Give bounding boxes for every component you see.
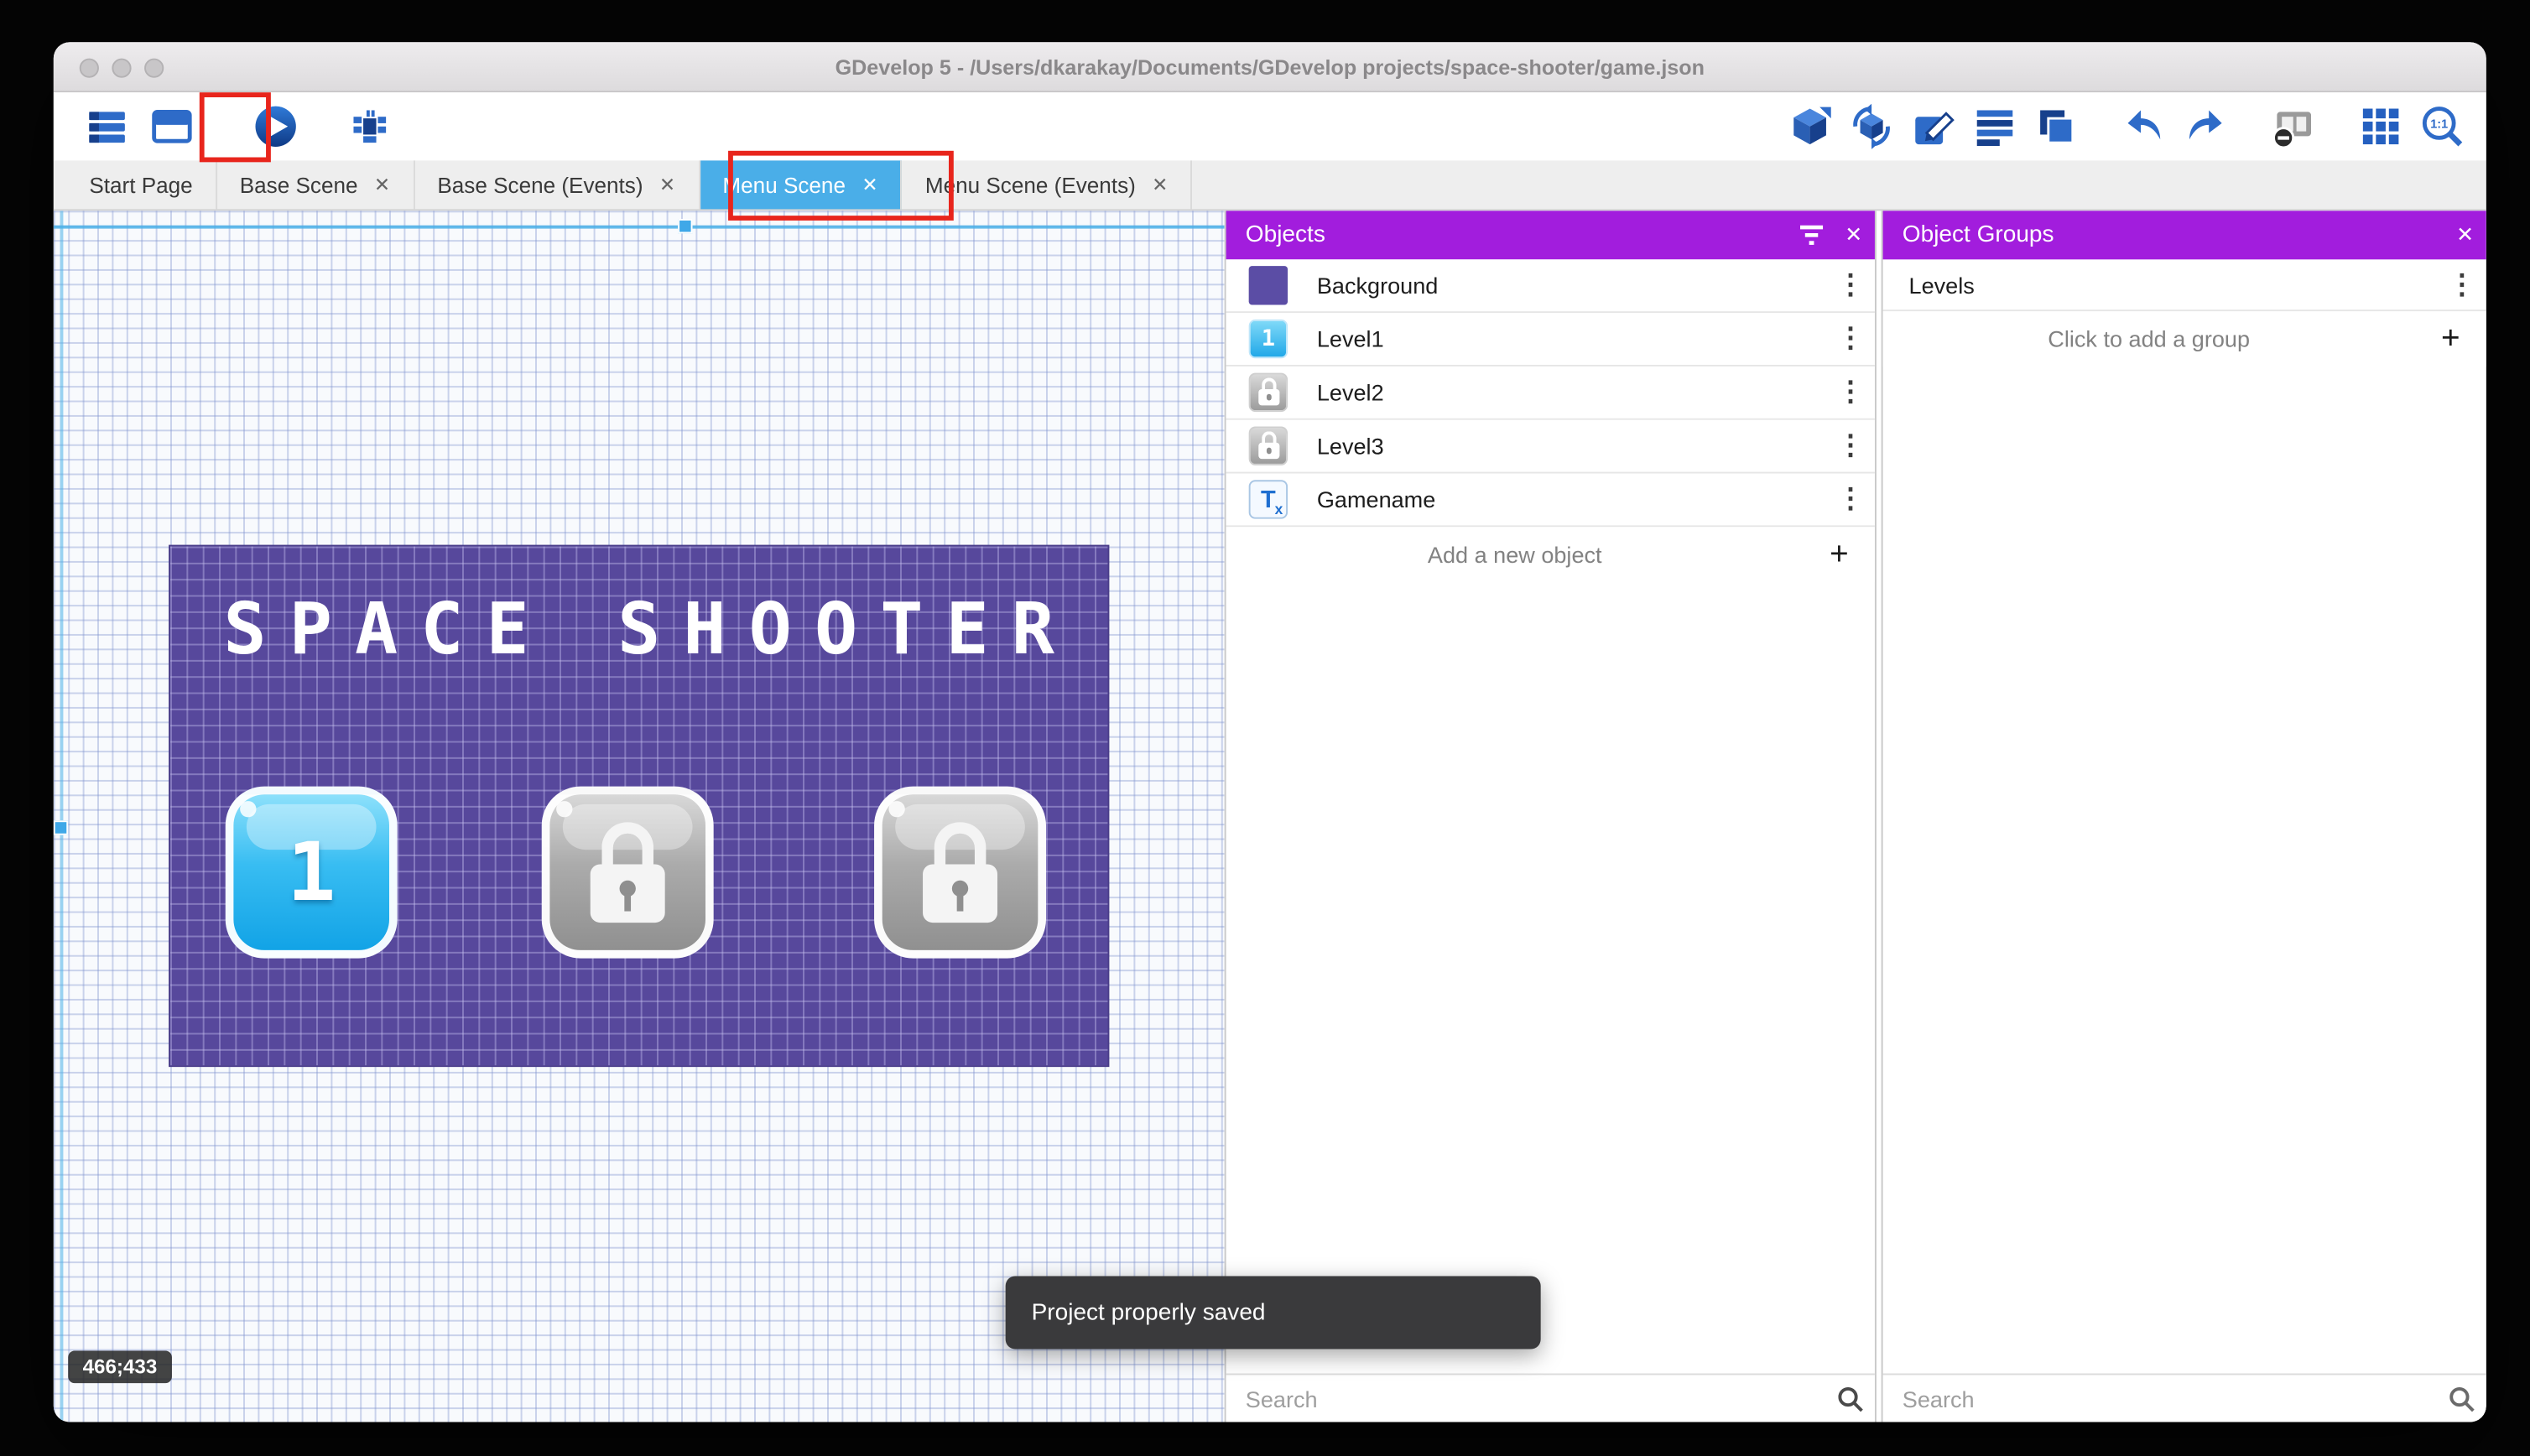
debugger-icon[interactable] [346,102,394,151]
undo-icon[interactable] [2120,102,2168,151]
edit-scene-properties-icon[interactable] [1909,102,1958,151]
selection-edge-left [60,211,64,1422]
object-row-level1[interactable]: 1 Level1 ⋮ [1226,313,1875,367]
toolbar-left [83,92,394,160]
game-title-text[interactable]: SPACE SHOOTER [170,547,1131,672]
lock-icon [589,822,667,923]
groups-panel-header: Object Groups ✕ [1883,211,2486,259]
close-tab-icon[interactable]: ✕ [862,174,877,196]
redo-icon[interactable] [2181,102,2230,151]
row-menu-icon[interactable]: ⋮ [2438,268,2486,301]
group-row-levels[interactable]: Levels ⋮ [1883,259,2486,311]
objects-list: Background ⋮ 1 Level1 ⋮ Level2 ⋮ [1226,259,1875,582]
search-icon [1826,1384,1875,1413]
preview-minus-icon[interactable] [2269,102,2318,151]
content: SPACE SHOOTER 1 [54,211,2486,1422]
close-tab-icon[interactable]: ✕ [1152,174,1168,196]
add-object-row[interactable]: Add a new object + [1226,527,1875,582]
scene-editor-icon[interactable] [148,102,196,151]
groups-list: Levels ⋮ Click to add a group + [1883,259,2486,367]
toolbar: 1:1 [54,92,2486,160]
close-panel-icon[interactable]: ✕ [1833,214,1875,256]
add-group-plus-icon[interactable]: + [2415,320,2486,357]
toolbar-right: 1:1 [1786,92,2467,160]
game-scene-preview[interactable]: SPACE SHOOTER 1 [170,547,1107,1066]
object-row-level3[interactable]: Level3 ⋮ [1226,420,1875,474]
add-object-plus-icon[interactable]: + [1804,536,1875,573]
object-row-level2[interactable]: Level2 ⋮ [1226,367,1875,420]
object-row-gamename[interactable]: T x Gamename ⋮ [1226,474,1875,528]
level3-locked-button[interactable] [874,787,1046,959]
selection-edge-top [54,226,1225,229]
tab-label: Start Page [89,173,192,197]
titlebar: GDevelop 5 - /Users/dkarakay/Documents/G… [54,42,2486,92]
tab-base-scene-events[interactable]: Base Scene (Events) ✕ [414,160,700,209]
groups-search-bar [1883,1374,2486,1422]
tab-start-page[interactable]: Start Page [66,160,216,209]
close-panel-icon[interactable]: ✕ [2444,214,2486,256]
search-icon [2438,1384,2486,1413]
tab-menu-scene[interactable]: Menu Scene ✕ [700,160,902,209]
grid-icon[interactable] [2356,102,2405,151]
row-menu-icon[interactable]: ⋮ [1826,483,1875,516]
groups-search-input[interactable] [1903,1386,2438,1412]
layers-icon[interactable] [2032,102,2080,151]
filter-icon[interactable] [1790,214,1832,256]
tab-label: Base Scene (Events) [437,173,643,197]
objects-search-input[interactable] [1246,1386,1826,1412]
level1-object-icon: 1 [1249,320,1288,358]
export-build-icon[interactable] [1786,102,1835,151]
level1-number: 1 [287,825,336,919]
gdevelop-window: GDevelop 5 - /Users/dkarakay/Documents/G… [54,42,2486,1422]
objects-panel: Objects ✕ Background ⋮ [1225,211,1877,1422]
row-menu-icon[interactable]: ⋮ [1826,323,1875,356]
groups-panel-title: Object Groups [1903,222,2444,248]
window-title: GDevelop 5 - /Users/dkarakay/Documents/G… [54,42,2486,92]
tab-label: Menu Scene [722,173,846,197]
tab-menu-scene-events[interactable]: Menu Scene (Events) ✕ [903,160,1193,209]
objects-panel-header: Objects ✕ [1226,211,1875,259]
project-manager-icon[interactable] [83,102,132,151]
row-menu-icon[interactable]: ⋮ [1826,429,1875,462]
play-preview-button[interactable] [252,102,300,151]
screen: GDevelop 5 - /Users/dkarakay/Documents/G… [0,0,2530,1456]
text-object-icon: T x [1249,480,1288,518]
level1-button[interactable]: 1 [226,787,398,959]
scene-variables-icon[interactable] [1970,102,2019,151]
zoom-level-label: 1:1 [2430,118,2448,132]
close-tab-icon[interactable]: ✕ [659,174,675,196]
zoom-one-to-one-icon[interactable]: 1:1 [2418,102,2467,151]
objects-search-bar [1226,1374,1875,1422]
object-row-background[interactable]: Background ⋮ [1226,259,1875,313]
row-menu-icon[interactable]: ⋮ [1826,269,1875,302]
lock-icon [921,822,999,923]
level2-lock-icon [1249,373,1288,412]
background-object-icon [1249,266,1288,304]
object-groups-panel: Object Groups ✕ Levels ⋮ Click to add a … [1882,211,2486,1422]
tab-label: Menu Scene (Events) [925,173,1136,197]
scene-canvas[interactable]: SPACE SHOOTER 1 [54,211,1225,1422]
tab-base-scene[interactable]: Base Scene ✕ [217,160,415,209]
refresh-build-icon[interactable] [1847,102,1896,151]
selection-handle-top[interactable] [678,219,692,233]
save-toast: Project properly saved [1006,1277,1541,1349]
level3-lock-icon [1249,426,1288,465]
close-tab-icon[interactable]: ✕ [374,174,390,196]
objects-panel-title: Objects [1246,222,1791,248]
tab-label: Base Scene [240,173,358,197]
add-group-row[interactable]: Click to add a group + [1883,311,2486,367]
cursor-coordinates: 466;433 [68,1350,171,1383]
tab-bar: Start Page Base Scene ✕ Base Scene (Even… [54,160,2486,211]
level2-locked-button[interactable] [542,787,714,959]
selection-handle-left[interactable] [54,820,68,835]
row-menu-icon[interactable]: ⋮ [1826,377,1875,409]
